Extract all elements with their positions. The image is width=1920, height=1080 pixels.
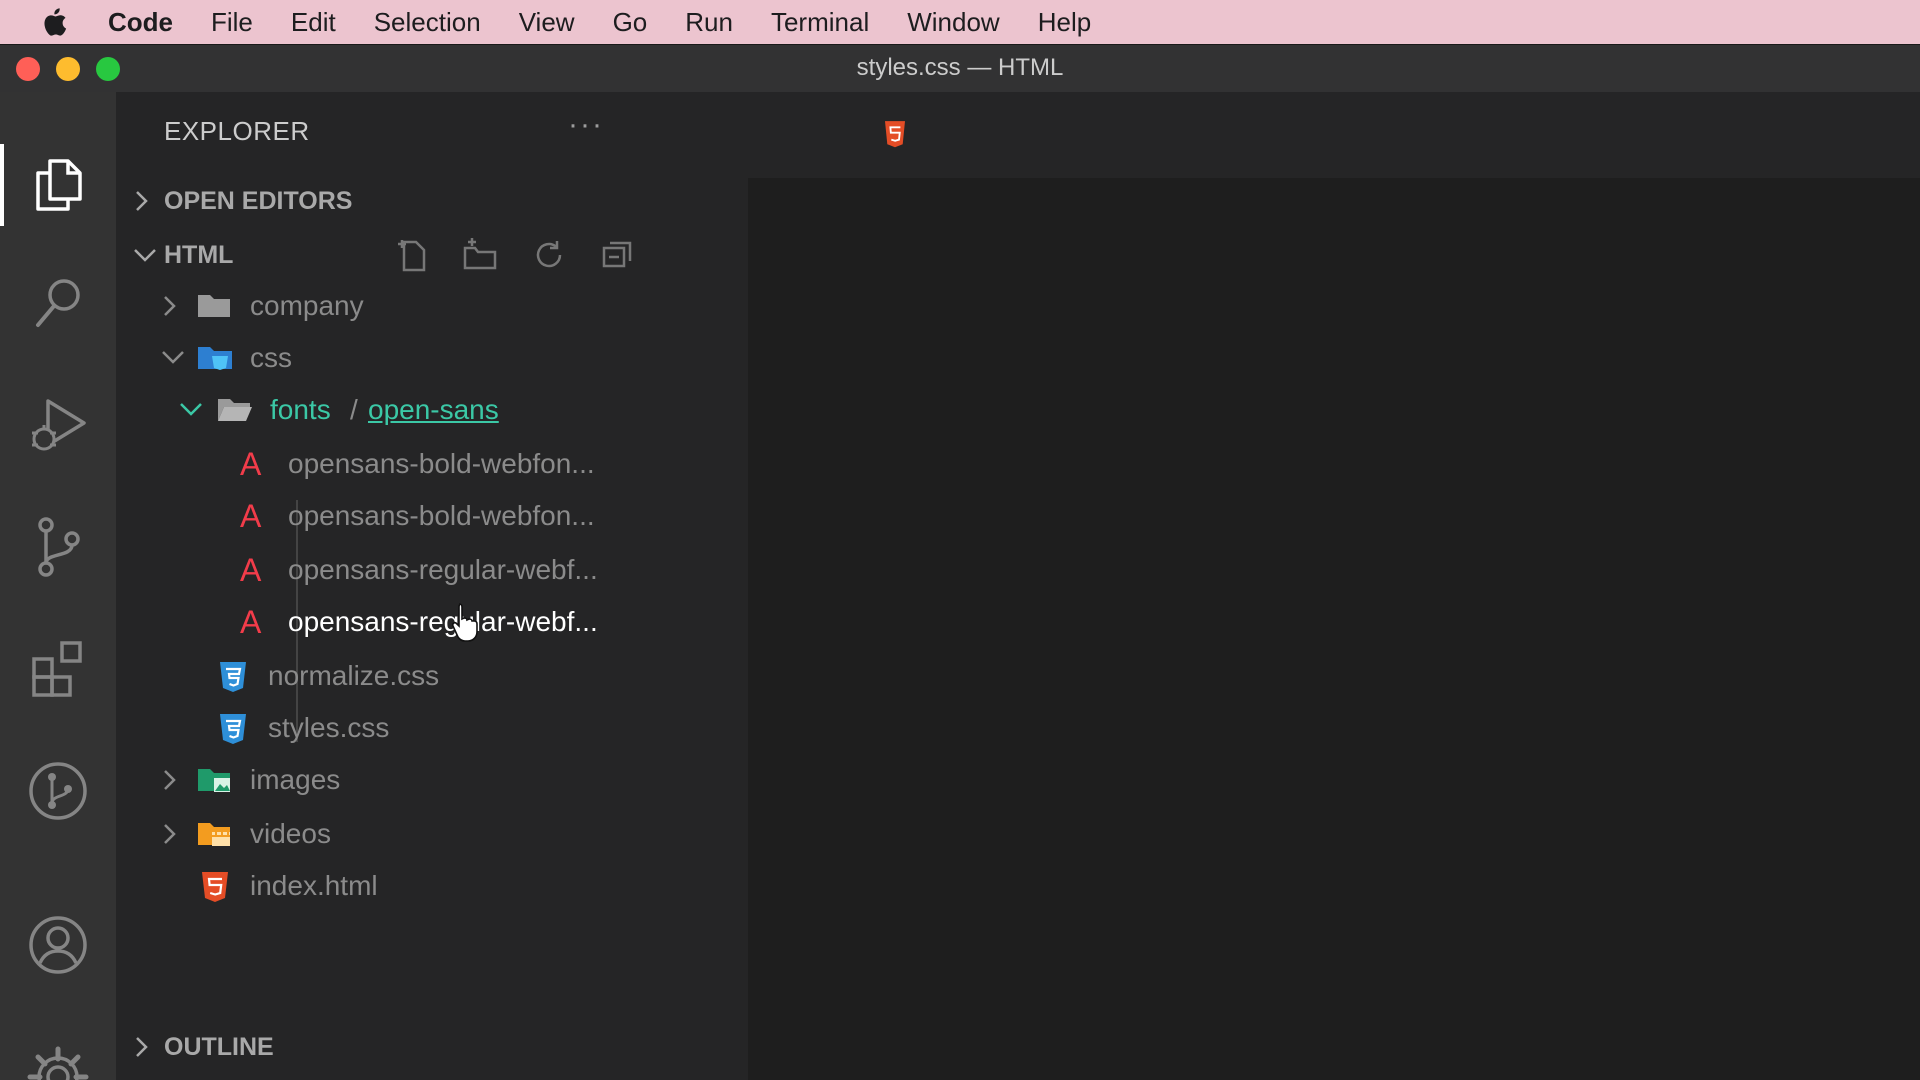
open-editors-label: OPEN EDITORS bbox=[164, 186, 353, 215]
html5-file-icon bbox=[202, 872, 228, 902]
font-file-icon: A bbox=[240, 551, 262, 588]
tree-folder-fonts-open-sans[interactable]: fonts / open-sans bbox=[116, 384, 748, 436]
run-debug-activity[interactable] bbox=[0, 370, 116, 480]
css-folder-icon bbox=[198, 347, 232, 370]
extensions-activity[interactable] bbox=[0, 614, 116, 724]
macos-menu-bar: Code File Edit Selection View Go Run Ter… bbox=[0, 0, 1920, 44]
run-debug-icon bbox=[32, 399, 86, 451]
tree-label: opensans-bold-webfon... bbox=[288, 500, 595, 531]
tree-file-index-html[interactable]: index.html bbox=[116, 860, 748, 912]
images-folder-icon bbox=[198, 769, 230, 792]
collapse-all-icon[interactable] bbox=[600, 238, 634, 272]
chevron-down-icon bbox=[134, 249, 156, 262]
videos-folder-icon bbox=[198, 823, 230, 846]
tree-file-normalize-css[interactable]: normalize.css bbox=[116, 650, 748, 702]
tree-label: opensans-regular-webf... bbox=[288, 554, 598, 585]
outline-label: OUTLINE bbox=[164, 1032, 274, 1061]
tree-file-font[interactable]: A opensans-bold-webfon... bbox=[116, 490, 748, 542]
extensions-icon bbox=[32, 641, 82, 697]
tree-label-open-sans[interactable]: open-sans bbox=[368, 384, 499, 436]
tree-folder-videos[interactable]: videos bbox=[116, 808, 748, 860]
window-title-bar: styles.css — HTML bbox=[0, 44, 1920, 92]
new-folder-icon[interactable] bbox=[462, 238, 498, 272]
menu-file[interactable]: File bbox=[211, 7, 253, 38]
css3-file-icon bbox=[220, 662, 246, 692]
path-separator: / bbox=[350, 394, 358, 425]
tree-label: opensans-bold-webfon... bbox=[288, 448, 595, 479]
menu-app-name[interactable]: Code bbox=[108, 7, 173, 38]
refresh-icon[interactable] bbox=[532, 238, 566, 272]
tree-label: videos bbox=[250, 818, 331, 849]
tab-index-html-inner[interactable] bbox=[748, 92, 944, 178]
tree-label: styles.css bbox=[268, 712, 390, 743]
font-file-icon: A bbox=[240, 445, 262, 482]
account-icon bbox=[29, 916, 87, 974]
menu-edit[interactable]: Edit bbox=[291, 7, 336, 38]
folder-open-icon bbox=[218, 399, 252, 421]
tree-label: images bbox=[250, 764, 341, 795]
workspace-label: HTML bbox=[164, 240, 234, 269]
tree-folder-css[interactable]: css bbox=[116, 332, 748, 384]
activity-bar bbox=[0, 92, 116, 1080]
tree-label: company bbox=[250, 290, 364, 321]
new-file-icon[interactable] bbox=[394, 238, 428, 272]
explorer-more-actions-button[interactable]: ··· bbox=[568, 108, 604, 142]
chevron-right-icon bbox=[164, 824, 176, 844]
editor-tabs bbox=[748, 92, 1920, 178]
accounts-activity[interactable] bbox=[0, 890, 116, 1000]
editor-area bbox=[748, 92, 1920, 1080]
git-graph-activity[interactable] bbox=[0, 736, 116, 846]
chevron-right-icon bbox=[136, 1037, 148, 1057]
source-control-icon bbox=[38, 517, 80, 577]
tree-label: opensans-regular-webf... bbox=[288, 606, 598, 637]
menu-terminal[interactable]: Terminal bbox=[771, 7, 869, 38]
explorer-title: EXPLORER bbox=[164, 116, 310, 146]
files-icon bbox=[36, 159, 82, 211]
open-editors-section[interactable]: OPEN EDITORS bbox=[116, 176, 748, 226]
explorer-sidebar: EXPLORER ··· OPEN EDITORS HTML company c… bbox=[116, 92, 748, 1080]
font-file-icon: A bbox=[240, 497, 262, 534]
menu-view[interactable]: View bbox=[519, 7, 575, 38]
tree-label: css bbox=[250, 342, 292, 373]
menu-go[interactable]: Go bbox=[613, 7, 648, 38]
folder-icon bbox=[198, 295, 230, 317]
tree-folder-images[interactable]: images bbox=[116, 754, 748, 806]
settings-gear-icon bbox=[27, 1046, 89, 1080]
apple-icon[interactable] bbox=[38, 6, 94, 38]
tree-file-styles-css[interactable]: styles.css bbox=[116, 702, 748, 754]
tree-label: normalize.css bbox=[268, 660, 440, 691]
chevron-right-icon bbox=[164, 770, 176, 790]
font-file-icon: A bbox=[240, 603, 262, 640]
workspace-section[interactable]: HTML bbox=[116, 230, 748, 280]
menu-run[interactable]: Run bbox=[685, 7, 733, 38]
window-title: styles.css — HTML bbox=[856, 54, 1064, 81]
tree-folder-company[interactable]: company bbox=[116, 280, 748, 332]
explorer-activity[interactable] bbox=[0, 130, 116, 240]
source-control-activity[interactable] bbox=[0, 492, 116, 602]
search-icon bbox=[36, 279, 80, 327]
menu-selection[interactable]: Selection bbox=[374, 7, 481, 38]
tree-file-font[interactable]: A opensans-bold-webfon... bbox=[116, 438, 748, 490]
menu-help[interactable]: Help bbox=[1038, 7, 1091, 38]
git-graph-icon bbox=[29, 762, 87, 820]
chevron-down-icon bbox=[180, 403, 202, 416]
chevron-right-icon bbox=[136, 191, 148, 211]
settings-activity[interactable] bbox=[0, 1022, 116, 1080]
outline-section[interactable]: OUTLINE bbox=[116, 1022, 748, 1072]
html5-file-icon bbox=[885, 121, 905, 148]
tree-file-font[interactable]: A opensans-regular-webf... bbox=[116, 544, 748, 596]
tree-label: index.html bbox=[250, 870, 378, 901]
chevron-right-icon bbox=[164, 296, 176, 316]
css3-file-icon bbox=[220, 714, 246, 744]
menu-window[interactable]: Window bbox=[907, 7, 999, 38]
tree-file-font-hovered[interactable]: A opensans-regular-webf... bbox=[116, 596, 748, 648]
search-activity[interactable] bbox=[0, 248, 116, 358]
hand-cursor-icon bbox=[451, 603, 478, 642]
tree-label-fonts: fonts bbox=[270, 394, 331, 425]
chevron-down-icon bbox=[162, 351, 184, 364]
